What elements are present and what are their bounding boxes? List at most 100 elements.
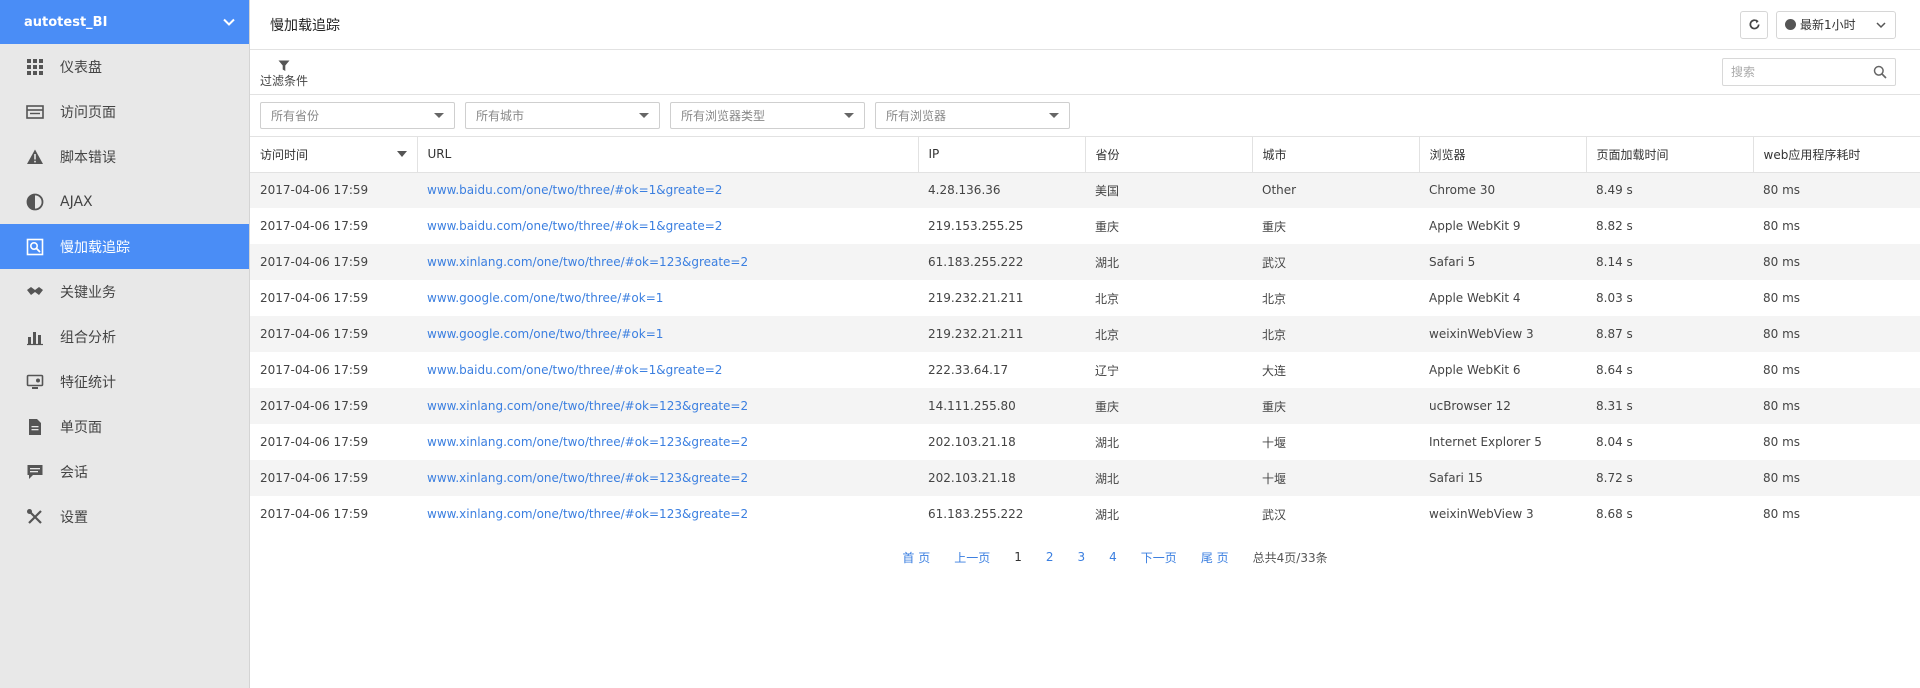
column-header-label: 访问时间 — [260, 147, 309, 162]
cell-web-app-time: 80 ms — [1763, 255, 1801, 269]
sidebar-item-label: 关键业务 — [60, 284, 116, 301]
chevron-down-icon — [1876, 21, 1886, 28]
pagination: 首 页 上一页 1 2 3 4 下一页 尾 页 总共4页/33条 — [250, 532, 1920, 582]
cell-web-app-time: 80 ms — [1763, 399, 1801, 413]
cell-visit-time: 2017-04-06 17:59 — [260, 363, 369, 377]
cell-province: 重庆 — [1095, 399, 1120, 414]
next-page-link[interactable]: 下一页 — [1141, 549, 1177, 566]
cell-province: 北京 — [1095, 327, 1120, 342]
caret-down-icon — [844, 113, 854, 118]
cell-province: 辽宁 — [1095, 363, 1120, 378]
main-content: 慢加载追踪 最新1小时 过滤条件 搜索 所有省份 所有城市 所有浏览器类型 所有… — [250, 0, 1920, 688]
province-select[interactable]: 所有省份 — [260, 102, 455, 129]
document-icon — [26, 418, 44, 436]
sidebar-item-feature-stats[interactable]: 特征统计 — [0, 359, 249, 404]
cell-ip: 202.103.21.18 — [928, 471, 1016, 485]
filter-selects: 所有省份 所有城市 所有浏览器类型 所有浏览器 — [250, 95, 1920, 137]
cell-province: 重庆 — [1095, 219, 1120, 234]
browser-select[interactable]: 所有浏览器 — [875, 102, 1070, 129]
url-link[interactable]: www.xinlang.com/one/two/three/#ok=123&gr… — [427, 255, 748, 269]
sidebar-item-single-page[interactable]: 单页面 — [0, 404, 249, 449]
prev-page-link[interactable]: 上一页 — [954, 549, 990, 566]
cell-ip: 219.232.21.211 — [928, 291, 1024, 305]
cell-browser: ucBrowser 12 — [1429, 399, 1511, 413]
table-row: 2017-04-06 17:59 www.google.com/one/two/t… — [250, 280, 1920, 316]
cell-url: www.baidu.com/one/two/three/#ok=1&greate… — [417, 352, 918, 388]
browser-type-select[interactable]: 所有浏览器类型 — [670, 102, 865, 129]
sidebar-item-label: 脚本错误 — [60, 149, 116, 166]
city-select-value: 所有城市 — [476, 109, 525, 123]
cell-browser: weixinWebView 3 — [1429, 507, 1534, 521]
cell-load-time: 8.68 s — [1596, 507, 1633, 521]
url-link[interactable]: www.baidu.com/one/two/three/#ok=1&greate… — [427, 183, 722, 197]
filter-toggle-button[interactable]: 过滤条件 — [260, 56, 308, 89]
url-link[interactable]: www.baidu.com/one/two/three/#ok=1&greate… — [427, 219, 722, 233]
cell-province: 湖北 — [1095, 435, 1120, 450]
sidebar-item-sessions[interactable]: 会话 — [0, 449, 249, 494]
url-link[interactable]: www.baidu.com/one/two/three/#ok=1&greate… — [427, 363, 722, 377]
cell-browser: Chrome 30 — [1429, 183, 1496, 198]
time-range-dropdown[interactable]: 最新1小时 — [1776, 10, 1896, 39]
app-switcher[interactable]: autotest_BI — [0, 0, 249, 44]
table-body: 2017-04-06 17:59 www.baidu.com/one/two/th… — [250, 172, 1920, 532]
sidebar-item-slow-load[interactable]: 慢加载追踪 — [0, 224, 249, 269]
cell-ip: 4.28.136.36 — [928, 183, 1001, 198]
page-number-link[interactable]: 2 — [1046, 550, 1054, 564]
sidebar-item-label: 访问页面 — [60, 104, 116, 121]
url-link[interactable]: www.xinlang.com/one/two/three/#ok=123&gr… — [427, 399, 748, 413]
list-icon — [26, 103, 44, 121]
column-header-visit-time[interactable]: 访问时间 — [250, 137, 418, 173]
cell-web-app-time: 80 ms — [1763, 435, 1801, 449]
cell-url: www.baidu.com/one/two/three/#ok=1&greate… — [417, 208, 918, 244]
funnel-icon — [278, 60, 290, 71]
first-page-link[interactable]: 首 页 — [902, 549, 930, 566]
cell-url: www.baidu.com/one/two/three/#ok=1&greate… — [417, 172, 918, 208]
sidebar-item-label: 慢加载追踪 — [60, 239, 130, 256]
cell-ip: 202.103.21.18 — [928, 435, 1016, 449]
url-link[interactable]: www.xinlang.com/one/two/three/#ok=123&gr… — [427, 507, 748, 521]
page-number-link[interactable]: 3 — [1078, 550, 1086, 564]
sidebar-item-pages[interactable]: 访问页面 — [0, 89, 249, 134]
sidebar-item-key-business[interactable]: 关键业务 — [0, 269, 249, 314]
table-header-row: 访问时间 URL IP 省份 城市 浏览器 页面加载时间 web应用程序耗时 — [250, 137, 1920, 173]
column-header-label: 页面加载时间 — [1596, 147, 1669, 162]
cell-visit-time: 2017-04-06 17:59 — [260, 183, 369, 198]
page-number-link[interactable]: 4 — [1109, 550, 1117, 564]
cell-web-app-time: 80 ms — [1763, 507, 1801, 521]
cell-visit-time: 2017-04-06 17:59 — [260, 399, 369, 413]
clock-icon — [1785, 19, 1796, 30]
url-link[interactable]: www.xinlang.com/one/two/three/#ok=123&gr… — [427, 435, 748, 449]
search-input[interactable] — [1731, 65, 1873, 79]
table-row: 2017-04-06 17:59 www.xinlang.com/one/two/… — [250, 388, 1920, 424]
url-link[interactable]: www.google.com/one/two/three/#ok=1 — [427, 327, 663, 341]
sidebar-item-combined-analysis[interactable]: 组合分析 — [0, 314, 249, 359]
sidebar-item-label: 特征统计 — [60, 374, 116, 391]
cell-browser: weixinWebView 3 — [1429, 327, 1534, 341]
table-row: 2017-04-06 17:59 www.baidu.com/one/two/th… — [250, 208, 1920, 244]
sidebar-item-dashboard[interactable]: 仪表盘 — [0, 44, 249, 89]
sidebar-item-settings[interactable]: 设置 — [0, 494, 249, 539]
sidebar-item-ajax[interactable]: AJAX — [0, 179, 249, 224]
url-link[interactable]: www.xinlang.com/one/two/three/#ok=123&gr… — [427, 471, 748, 485]
sort-desc-icon[interactable] — [396, 151, 407, 158]
cell-browser: Safari 5 — [1429, 255, 1476, 269]
bar-chart-icon — [26, 328, 44, 346]
sidebar-item-label: 组合分析 — [60, 329, 116, 346]
refresh-button[interactable] — [1740, 10, 1768, 39]
column-header-browser: 浏览器 — [1419, 137, 1587, 173]
cell-web-app-time: 80 ms — [1763, 363, 1801, 377]
column-header-label: 浏览器 — [1429, 147, 1466, 162]
column-header-label: 省份 — [1095, 147, 1120, 162]
sidebar-item-script-errors[interactable]: 脚本错误 — [0, 134, 249, 179]
cell-browser: Safari 15 — [1429, 471, 1483, 485]
cell-web-app-time: 80 ms — [1763, 471, 1801, 485]
url-link[interactable]: www.google.com/one/two/three/#ok=1 — [427, 291, 663, 305]
city-select[interactable]: 所有城市 — [465, 102, 660, 129]
search-icon[interactable] — [1873, 65, 1887, 79]
cell-city: 北京 — [1262, 327, 1287, 342]
sidebar-item-label: 仪表盘 — [60, 59, 102, 76]
sidebar-item-label: 设置 — [60, 509, 88, 526]
last-page-link[interactable]: 尾 页 — [1201, 549, 1229, 566]
column-header-ip: IP — [918, 137, 1086, 173]
cell-province: 湖北 — [1095, 255, 1120, 270]
